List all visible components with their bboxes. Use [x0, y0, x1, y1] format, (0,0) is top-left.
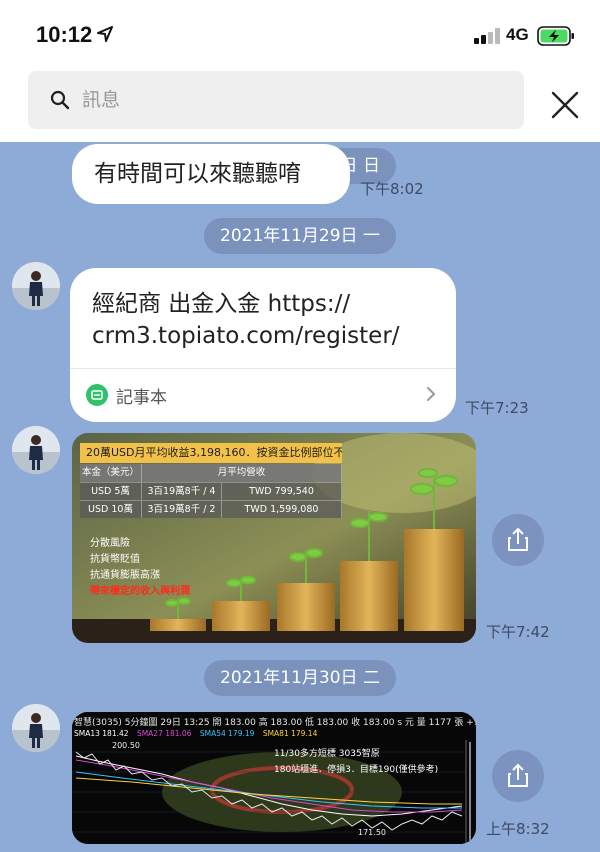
avatar[interactable]	[12, 262, 60, 310]
avatar[interactable]	[12, 426, 60, 474]
benefit-item: 抗貨幣貶值	[90, 554, 140, 565]
banner-title: 20萬USD月平均收益3,198,160．按資金比例部位不同的收入	[80, 443, 342, 463]
table-row: USD 10萬 3百19萬8千 / 2 TWD 1,599,080	[80, 500, 342, 518]
table-header-cell: 本金（美元）	[80, 464, 142, 482]
table-cell: TWD 1,599,080	[222, 501, 342, 518]
chat-area[interactable]: 2021年11月28日 日 有時間可以來聽聽唷 下午8:02 2021年11月2…	[0, 142, 600, 852]
share-icon	[508, 763, 528, 787]
network-type: 4G	[506, 25, 529, 44]
battery-charging-icon	[537, 26, 574, 46]
avatar-photo	[12, 426, 60, 474]
income-table: 本金（美元） 月平均營收 USD 5萬 3百19萬8千 / 4 TWD 799,…	[80, 464, 342, 518]
chart-note: 11/30多方短標 3035智原	[274, 749, 380, 759]
table-cell: 3百19萬8千 / 4	[142, 483, 222, 500]
message-time: 下午7:42	[486, 623, 550, 641]
date-separator: 2021年11月29日 一	[204, 218, 396, 254]
table-cell: TWD 799,540	[222, 483, 342, 500]
close-icon[interactable]	[548, 88, 582, 122]
sma-54-label: SMA54 179.19	[199, 729, 255, 738]
note-icon	[86, 384, 108, 406]
note-label[interactable]: 記事本	[116, 383, 167, 408]
share-button[interactable]	[492, 514, 544, 566]
search-bar	[0, 68, 600, 142]
table-cell: USD 10萬	[80, 501, 142, 518]
search-icon	[50, 90, 70, 110]
sma-legend: SMA13 181.42 SMA27 181.06 SMA54 179.19 S…	[74, 729, 317, 738]
chevron-right-icon[interactable]	[424, 386, 438, 402]
benefit-list: 分散風險 抗貨幣貶值 抗通貨膨脹高漲 帶來穩定的收入與利潤	[90, 536, 190, 600]
message-bubble[interactable]: 經紀商 出金入金 https:// crm3.topiato.com/regis…	[70, 268, 456, 422]
avatar[interactable]	[12, 704, 60, 752]
sma-27-label: SMA27 181.06	[136, 729, 192, 738]
avatar-photo	[12, 704, 60, 752]
search-input[interactable]	[82, 85, 502, 115]
message-link[interactable]: crm3.topiato.com/register/	[92, 320, 400, 352]
date-separator: 2021年11月30日 二	[204, 660, 396, 696]
location-arrow-icon	[97, 26, 113, 42]
message-time: 上午8:32	[486, 820, 550, 838]
price-low-label: 171.50	[358, 828, 386, 837]
status-time: 10:12	[36, 22, 93, 47]
table-header-cell: 月平均營收	[142, 464, 342, 482]
table-row: USD 5萬 3百19萬8千 / 4 TWD 799,540	[80, 482, 342, 500]
message-bubble[interactable]: 有時間可以來聽聽唷	[72, 144, 350, 204]
sma-13-label: SMA13 181.42	[74, 729, 129, 738]
share-button[interactable]	[492, 750, 544, 802]
message-time: 下午8:02	[360, 180, 424, 198]
table-cell: USD 5萬	[80, 483, 142, 500]
message-text-line-1: 經紀商 出金入金 https://	[92, 291, 351, 317]
image-message[interactable]: 智慧(3035) 5分鐘圖 29日 13:25 開 183.00 高 183.0…	[72, 712, 476, 844]
price-high-label: 200.50	[112, 741, 140, 750]
share-icon	[508, 527, 528, 551]
table-cell: 3百19萬8千 / 2	[142, 501, 222, 518]
search-box[interactable]	[28, 71, 524, 129]
avatar-photo	[12, 262, 60, 310]
stock-header: 智慧(3035) 5分鐘圖 29日 13:25 開 183.00 高 183.0…	[74, 718, 476, 728]
table-header: 本金（美元） 月平均營收	[80, 464, 342, 482]
image-message[interactable]: 20萬USD月平均收益3,198,160．按資金比例部位不同的收入 本金（美元）…	[72, 433, 476, 643]
status-bar: 10:12 4G	[0, 0, 600, 68]
signal-icon	[474, 28, 500, 44]
chart-note: 180站穩進．停損3．目標190(僅供參考)	[274, 765, 439, 775]
message-time: 下午7:23	[465, 399, 529, 417]
benefit-item: 抗通貨膨脹高漲	[90, 570, 160, 581]
sma-81-label: SMA81 179.14	[262, 729, 318, 738]
benefit-item: 分散風險	[90, 538, 130, 549]
message-text: 有時間可以來聽聽唷	[94, 161, 301, 187]
benefit-highlight: 帶來穩定的收入與利潤	[90, 586, 190, 597]
divider	[70, 368, 456, 369]
